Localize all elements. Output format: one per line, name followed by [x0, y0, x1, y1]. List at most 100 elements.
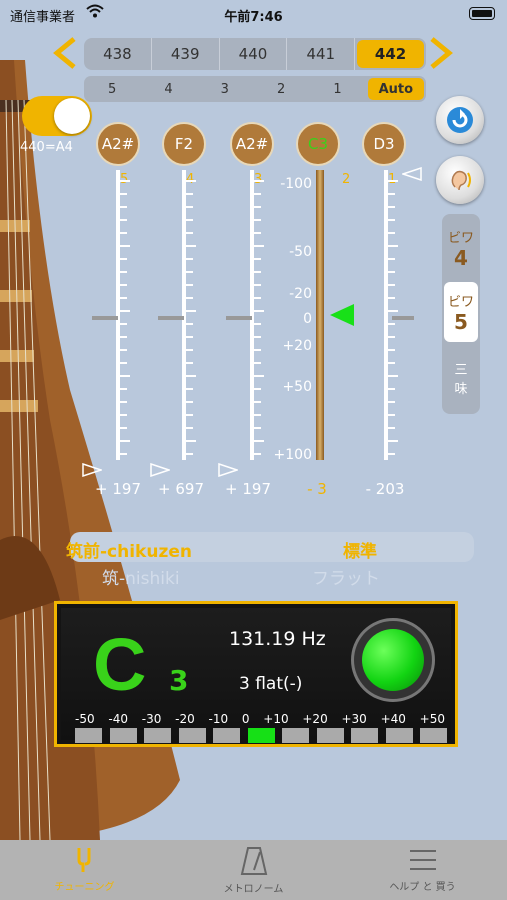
string-note-5[interactable]: A2#	[96, 122, 140, 166]
meter-cell	[351, 728, 378, 743]
listen-button[interactable]	[436, 156, 484, 204]
pitch-option[interactable]: 441	[287, 38, 356, 70]
scale-tick	[186, 297, 193, 299]
a4-toggle[interactable]	[22, 96, 92, 136]
scale-tick	[388, 453, 395, 455]
string-note-2[interactable]: C3	[296, 122, 340, 166]
string-option[interactable]: 1	[309, 76, 365, 102]
meter-cell	[178, 728, 206, 743]
scale-tick	[254, 414, 261, 416]
scale-tick	[254, 427, 261, 429]
string-option[interactable]: 5	[84, 76, 140, 102]
tab-help[interactable]: ヘルプ と 買う	[338, 840, 507, 900]
tuning-option[interactable]: フラット	[312, 564, 380, 589]
meter-label: +40	[380, 712, 406, 726]
string-option[interactable]: 2	[253, 76, 309, 102]
string-note-4[interactable]: F2	[162, 122, 206, 166]
scale-tick	[120, 284, 127, 286]
pitch-option[interactable]: 439	[152, 38, 220, 70]
scale-tick	[254, 219, 261, 221]
scale-tick	[120, 219, 127, 221]
scale-tick	[186, 362, 193, 364]
scale-tick	[254, 284, 261, 286]
scale-tick	[254, 258, 261, 260]
scale-tick	[254, 362, 261, 364]
option-label: 味	[454, 382, 468, 397]
pitch-option-selected[interactable]: 442	[357, 40, 424, 68]
string-option[interactable]: 4	[140, 76, 196, 102]
center-marker	[158, 316, 184, 320]
scale-tick	[120, 232, 127, 234]
scale-tick	[120, 453, 127, 455]
scale-tick	[254, 310, 264, 312]
scale-tick	[186, 349, 193, 351]
meter-label: -50	[75, 712, 95, 726]
pitch-right-arrow[interactable]	[428, 36, 454, 70]
tuning-selected[interactable]: 標準	[343, 537, 377, 562]
scale-tick	[254, 336, 261, 338]
option-number: 4	[454, 245, 468, 270]
scale-tick	[254, 388, 261, 390]
scale-tick	[388, 310, 398, 312]
string-selector[interactable]: 5 4 3 2 1 Auto	[84, 76, 426, 102]
scale-tick	[388, 323, 395, 325]
target-indicator	[218, 462, 240, 481]
school-selected[interactable]: 筑前-chikuzen	[66, 537, 192, 562]
scale-tick	[120, 258, 127, 260]
reset-button[interactable]	[436, 96, 484, 144]
meter-cell	[282, 728, 309, 743]
scale-tick	[388, 232, 395, 234]
meter-label: -10	[208, 712, 229, 726]
meter-label: -20	[175, 712, 195, 726]
scale-tick	[186, 388, 193, 390]
detected-note: C	[93, 623, 147, 706]
meter-cell	[247, 728, 275, 743]
scale-tick	[254, 180, 264, 182]
string-option-auto[interactable]: Auto	[367, 78, 424, 100]
scale-tick	[120, 349, 127, 351]
tab-metronome[interactable]: メトロノーム	[169, 840, 338, 900]
meter-label: -30	[141, 712, 162, 726]
string-note-3[interactable]: A2#	[230, 122, 274, 166]
school-option[interactable]: 筑-nishiki	[102, 564, 180, 589]
center-marker	[92, 316, 118, 320]
string-offset-active: - 3	[307, 480, 327, 498]
option-number: 5	[454, 309, 468, 334]
target-indicator	[400, 166, 422, 185]
scale-tick	[388, 258, 395, 260]
pitch-left-arrow[interactable]	[52, 36, 78, 70]
center-marker	[226, 316, 252, 320]
instrument-option-shamisen[interactable]: 三味	[444, 348, 478, 408]
pitch-option[interactable]: 438	[84, 38, 152, 70]
scale-tick	[186, 336, 193, 338]
scale-tick	[388, 349, 395, 351]
scale-tick	[388, 427, 395, 429]
meter-label: 0	[241, 712, 250, 726]
scale-tick	[186, 193, 193, 195]
scale-tick	[254, 245, 264, 247]
scale-tick	[388, 401, 395, 403]
pitch-option[interactable]: 440	[220, 38, 288, 70]
scale-tick	[254, 232, 261, 234]
instrument-option-biwa5[interactable]: ビワ 5	[444, 282, 478, 342]
string-option[interactable]: 3	[197, 76, 253, 102]
scale-tick	[186, 427, 193, 429]
scale-tick	[254, 297, 261, 299]
scale-tick	[254, 349, 261, 351]
tab-tuning[interactable]: チューニング	[0, 840, 169, 900]
target-indicator	[82, 462, 104, 481]
scale-tick	[186, 284, 193, 286]
cent-label: -50	[289, 244, 312, 260]
meter-label: -40	[108, 712, 128, 726]
cent-label: -100	[280, 176, 312, 192]
instrument-option-biwa4[interactable]: ビワ 4	[444, 218, 478, 278]
scale-tick	[120, 271, 127, 273]
string-note-1[interactable]: D3	[362, 122, 406, 166]
string-offset: - 203	[365, 480, 405, 498]
metronome-icon	[240, 847, 267, 875]
frequency-readout: 131.19 Hz	[229, 628, 326, 650]
tab-label: ヘルプ と 買う	[389, 882, 456, 893]
scale-tick	[186, 453, 193, 455]
reference-pitch-selector[interactable]: 438 439 440 441 442	[84, 38, 426, 70]
string-number: 2	[342, 172, 351, 187]
